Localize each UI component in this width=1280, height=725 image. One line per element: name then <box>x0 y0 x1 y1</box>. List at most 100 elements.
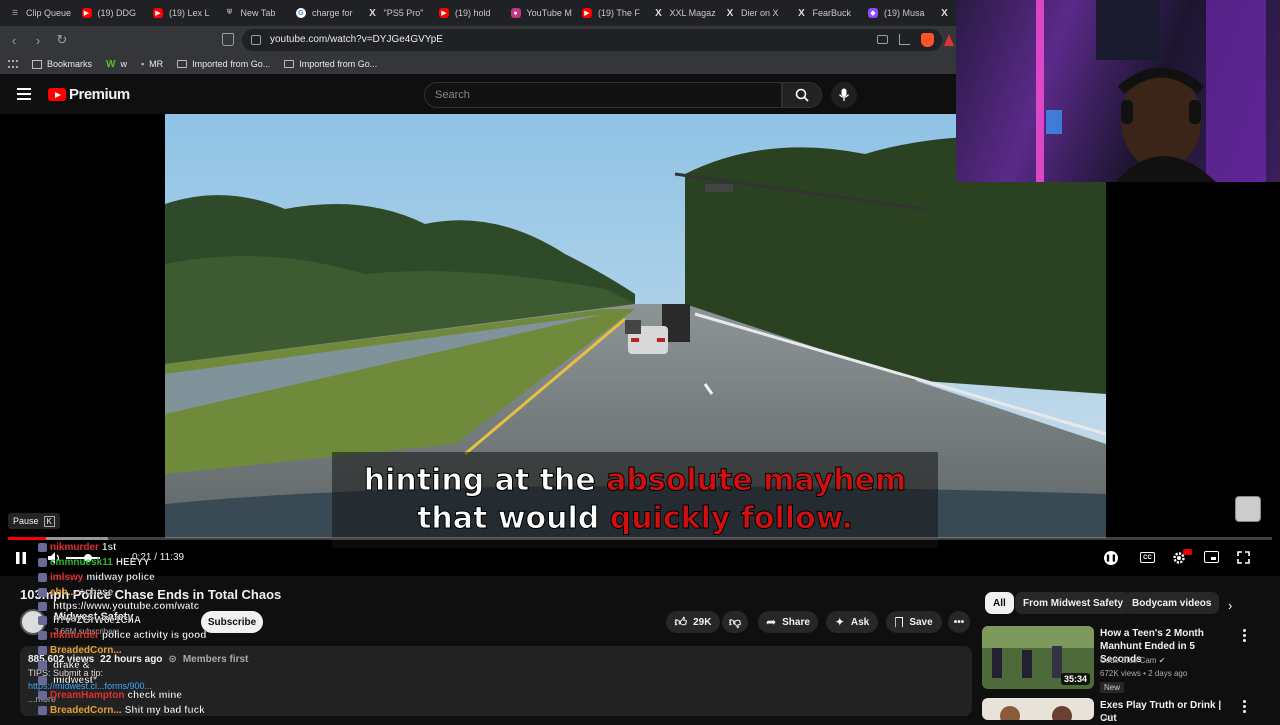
fullscreen-button[interactable] <box>1237 551 1250 564</box>
chat-badge-icon <box>38 573 47 582</box>
caption-line-2: that would quickly follow. <box>332 500 938 538</box>
more-actions-button[interactable]: ••• <box>948 611 970 633</box>
bookmark-bookmarks[interactable]: Bookmarks <box>32 59 92 69</box>
chat-message: BreadedCorn... <box>38 645 125 656</box>
bookmark-page-icon[interactable] <box>222 33 234 46</box>
tab-label: XXL Magaz <box>669 8 716 18</box>
ask-label: Ask <box>850 616 870 628</box>
pause-icon <box>16 552 26 564</box>
chip-all[interactable]: All <box>985 592 1014 614</box>
back-icon[interactable]: ‹ <box>4 30 24 50</box>
browser-tab[interactable]: Gcharge for <box>290 0 362 26</box>
browser-tab[interactable]: ◆ (19) Musa <box>862 0 934 26</box>
menu-icon[interactable] <box>17 88 31 100</box>
chat-badge-icon <box>38 691 47 700</box>
browser-tab[interactable]: X XXL Magaz <box>648 0 720 26</box>
youtube-premium-wordmark[interactable]: Premium <box>69 86 130 103</box>
chat-message: imlswy midway police <box>38 572 155 583</box>
chat-message: BreadedCorn... Shit my bad fuck <box>38 705 205 716</box>
browser-tab[interactable]: ● YouTube M <box>505 0 577 26</box>
more-vert-icon[interactable] <box>1243 700 1247 713</box>
tab-favicon-icon: G <box>296 8 306 18</box>
more-vert-icon[interactable] <box>1243 629 1247 642</box>
dislike-button[interactable]: 👎︎ <box>722 611 748 633</box>
chat-message: midwest* <box>38 675 97 686</box>
browser-tab[interactable]: X FearBuck <box>791 0 863 26</box>
rec-channel: Cut <box>1100 713 1113 722</box>
chat-text: Shit my bad fuck <box>124 705 205 716</box>
miniplayer-icon <box>1211 557 1216 560</box>
chip-from-channel[interactable]: From Midwest Safety <box>1015 592 1132 614</box>
browser-tab[interactable]: ▶ (19) hold <box>433 0 505 26</box>
chat-username: imlswy <box>50 572 84 583</box>
captions-button[interactable]: CC <box>1140 552 1155 563</box>
chat-badge-icon <box>38 588 47 597</box>
bookmark-label: Bookmarks <box>47 59 93 69</box>
rec-title[interactable]: Exes Play Truth or Drink | Cut <box>1100 699 1235 725</box>
tooltip-shortcut: K <box>43 515 55 527</box>
bookmark-mr[interactable]: ▪ MR <box>141 59 163 69</box>
tab-favicon-icon: ▶ <box>81 8 92 18</box>
chat-message: https://www.youtube.com/watc <box>38 601 199 612</box>
share-icon: ➦ <box>766 615 777 629</box>
voice-search-button[interactable] <box>831 82 857 108</box>
chip-bodycam[interactable]: Bodycam videos <box>1124 592 1220 614</box>
tab-favicon-icon: X <box>369 7 376 19</box>
progress-bar[interactable] <box>8 537 1272 540</box>
chat-badge-icon <box>38 676 47 685</box>
caption-highlight: absolute mayhem <box>606 463 907 499</box>
chat-text: https://www.youtube.com/watc <box>53 601 200 612</box>
share-page-icon[interactable] <box>899 34 910 45</box>
rec-thumbnail[interactable]: 35:34 <box>982 626 1094 689</box>
chat-text: 1st <box>101 542 117 553</box>
autoplay-toggle[interactable]: ❚❚ <box>1104 551 1118 565</box>
pause-button[interactable] <box>14 551 28 565</box>
chat-badge-icon <box>38 661 47 670</box>
browser-tab[interactable]: ☰ Clip Queue <box>4 0 76 26</box>
tab-label: (19) DDG <box>97 8 137 18</box>
youtube-logo-icon[interactable] <box>48 88 66 101</box>
browser-tab[interactable]: ▶ (19) The F <box>576 0 648 26</box>
browser-tab[interactable]: X "PS5 Pro" <box>362 0 434 26</box>
bookmark-imported-2[interactable]: Imported from Go... <box>284 59 377 69</box>
tab-label: (19) Musa <box>884 8 925 18</box>
brave-shield-icon[interactable] <box>921 33 934 47</box>
search-button[interactable] <box>782 82 822 108</box>
more-horizontal-icon: ••• <box>953 616 965 628</box>
ask-button[interactable]: ✦ Ask <box>826 611 878 633</box>
rec-thumbnail[interactable] <box>982 698 1094 720</box>
bookmark-w[interactable]: Ww <box>106 59 127 70</box>
chat-username: nikmurder <box>50 630 99 641</box>
hd-badge <box>1183 549 1192 555</box>
reload-icon[interactable]: ↻ <box>52 30 72 50</box>
chat-message: nikmurder 1st <box>38 542 117 553</box>
chevron-right-icon[interactable]: › <box>1228 598 1232 613</box>
chat-text: midway police <box>86 572 155 583</box>
browser-tab[interactable]: ▶ (19) Lex L <box>147 0 219 26</box>
miniplayer-button[interactable] <box>1204 551 1219 563</box>
bookmark-imported-1[interactable]: Imported from Go... <box>177 59 270 69</box>
chat-text: HEEYY <box>115 557 150 568</box>
site-info-icon[interactable] <box>251 35 261 45</box>
channel-watermark-icon[interactable] <box>1235 496 1261 522</box>
pause-tooltip: Pause K <box>8 513 60 529</box>
tab-label: Clip Queue <box>26 8 72 18</box>
like-button[interactable]: 👍︎ 29K <box>666 611 720 633</box>
chat-text: police activity is good <box>101 630 207 641</box>
cast-icon[interactable] <box>877 35 888 44</box>
apps-icon[interactable] <box>8 59 18 69</box>
subscribe-button[interactable]: Subscribe <box>201 611 263 633</box>
browser-tab[interactable]: ⛨ New Tab <box>219 0 291 26</box>
tab-favicon-icon: X <box>798 7 805 19</box>
browser-tab[interactable]: X Dier on X <box>719 0 791 26</box>
tab-favicon-icon: ▶ <box>582 8 592 18</box>
chat-message: drake & <box>38 660 90 671</box>
forward-icon[interactable]: › <box>28 30 48 50</box>
streamer-webcam <box>956 0 1280 182</box>
search-input[interactable]: Search <box>424 82 782 108</box>
bookmark-list-icon <box>32 59 42 69</box>
chat-badge-icon <box>38 602 47 611</box>
browser-tab[interactable]: ▶ (19) DDG <box>76 0 148 26</box>
share-button[interactable]: ➦ Share <box>758 611 818 633</box>
save-button[interactable]: Save <box>886 611 942 633</box>
